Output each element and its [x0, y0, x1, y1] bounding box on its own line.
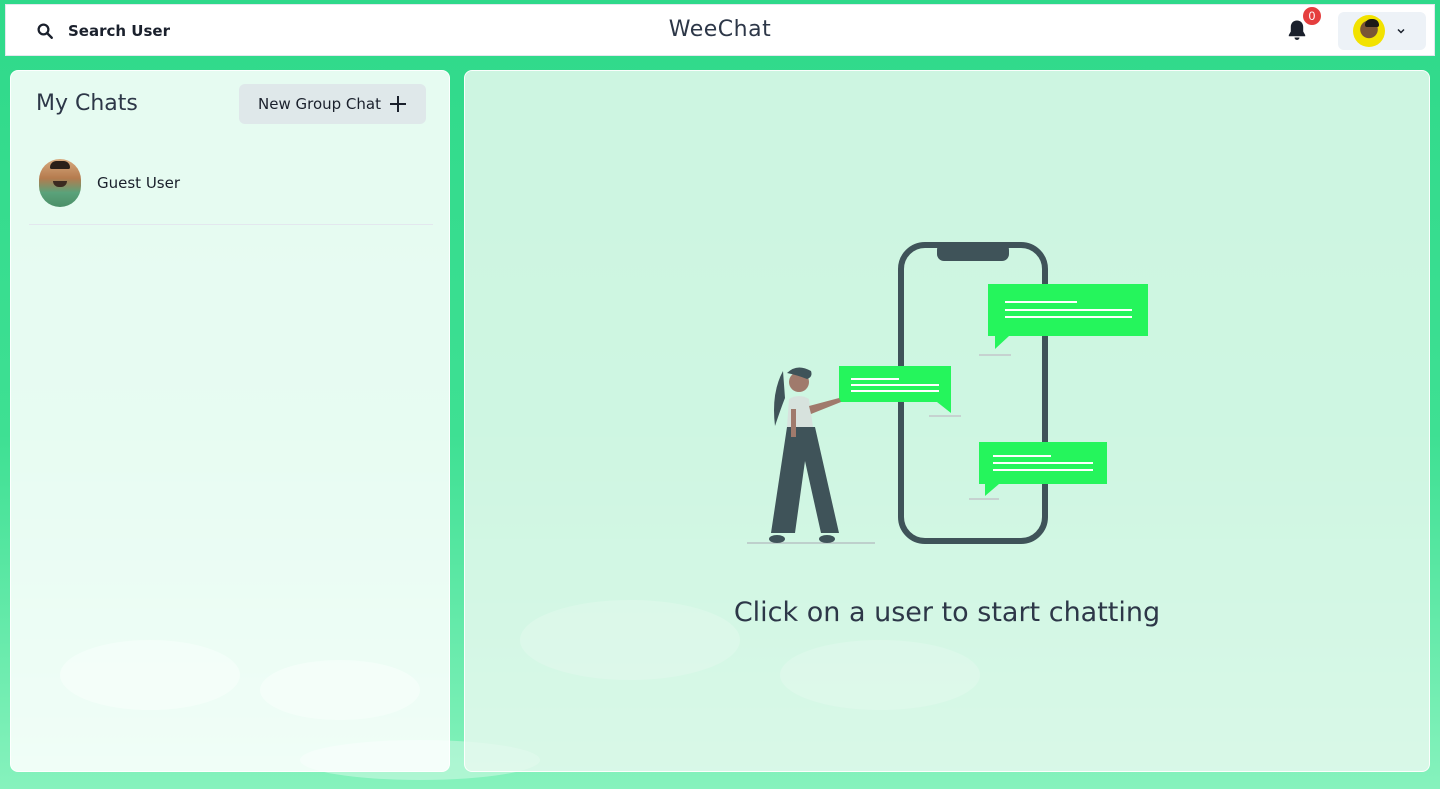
- chevron-down-icon: [1397, 28, 1405, 34]
- notification-badge: 0: [1302, 6, 1322, 26]
- chat-name: Guest User: [97, 173, 181, 192]
- top-navbar: Search User WeeChat 0: [5, 4, 1435, 56]
- chat-list: Guest User: [29, 141, 433, 225]
- chat-area: Click on a user to start chatting: [464, 70, 1430, 772]
- new-group-chat-button[interactable]: New Group Chat: [239, 84, 426, 124]
- profile-menu-button[interactable]: [1338, 12, 1426, 50]
- my-chats-panel: My Chats New Group Chat Guest User: [10, 70, 450, 772]
- my-chats-title: My Chats: [36, 91, 138, 116]
- chat-illustration: [747, 242, 1148, 544]
- empty-state-message: Click on a user to start chatting: [733, 597, 1161, 628]
- list-item[interactable]: Guest User: [29, 141, 433, 225]
- avatar: [39, 158, 81, 207]
- plus-icon: [389, 96, 406, 112]
- avatar: [1353, 15, 1385, 47]
- new-group-chat-label: New Group Chat: [258, 95, 381, 113]
- app-title: WeeChat: [668, 17, 772, 42]
